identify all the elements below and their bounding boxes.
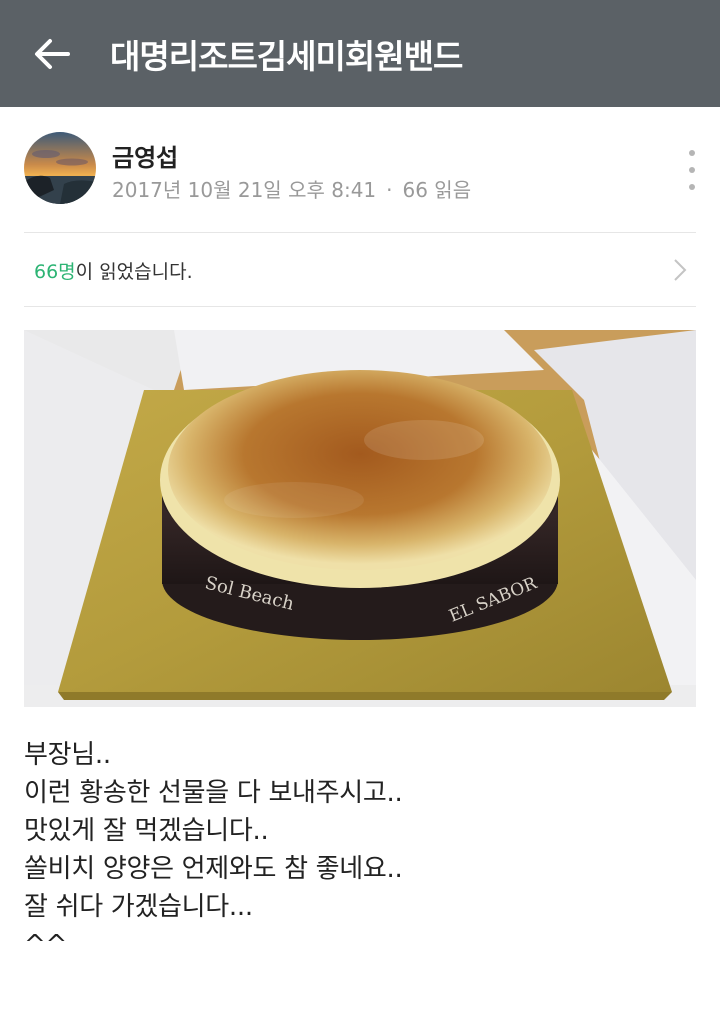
- post-photo[interactable]: Sol Beach EL SABOR: [24, 330, 696, 707]
- post-line: 쏠비치 양양은 언제와도 참 좋네요..: [24, 854, 403, 884]
- divider: [24, 306, 696, 307]
- more-vertical-icon-dot: [689, 167, 695, 173]
- post-meta: 2017년 10월 21일 오후 8:41 · 66 읽음: [112, 174, 471, 203]
- post-date: 2017년 10월 21일 오후 8:41: [112, 178, 377, 202]
- readers-count: 66명: [34, 260, 76, 283]
- cheesecake-photo: Sol Beach EL SABOR: [24, 330, 696, 707]
- author-name[interactable]: 금영섭: [112, 138, 178, 173]
- post-line: 잘 쉬다 가겠습니다...: [24, 892, 253, 922]
- avatar[interactable]: [24, 132, 96, 204]
- post-line: ^^: [24, 930, 67, 960]
- post-author-header: 금영섭 2017년 10월 21일 오후 8:41 · 66 읽음: [24, 130, 704, 206]
- back-button[interactable]: [22, 24, 82, 84]
- band-title: 대명리조트김세미회원밴드: [110, 36, 463, 76]
- readers-row[interactable]: 66명이 읽었습니다.: [24, 234, 696, 306]
- chevron-right-icon: [674, 259, 687, 281]
- more-options-button[interactable]: [684, 150, 700, 190]
- arrow-left-icon: [35, 38, 70, 69]
- readers-suffix: 이 읽었습니다.: [75, 260, 193, 283]
- post-line: 맛있게 잘 먹겠습니다..: [24, 816, 269, 846]
- post-line: 이런 황송한 선물을 다 보내주시고..: [24, 778, 403, 808]
- divider: [24, 232, 696, 233]
- post-line: 부장님..: [24, 740, 111, 770]
- avatar-sunset-image: [24, 132, 96, 204]
- more-vertical-icon: [689, 150, 695, 156]
- meta-separator: ·: [386, 178, 393, 202]
- view-count: 66 읽음: [402, 178, 472, 202]
- top-app-bar: 대명리조트김세미회원밴드: [0, 0, 720, 107]
- post-body: 부장님.. 이런 황송한 선물을 다 보내주시고.. 맛있게 잘 먹겠습니다..…: [24, 736, 696, 964]
- more-vertical-icon-dot: [689, 184, 695, 190]
- readers-text: 66명이 읽었습니다.: [34, 257, 193, 284]
